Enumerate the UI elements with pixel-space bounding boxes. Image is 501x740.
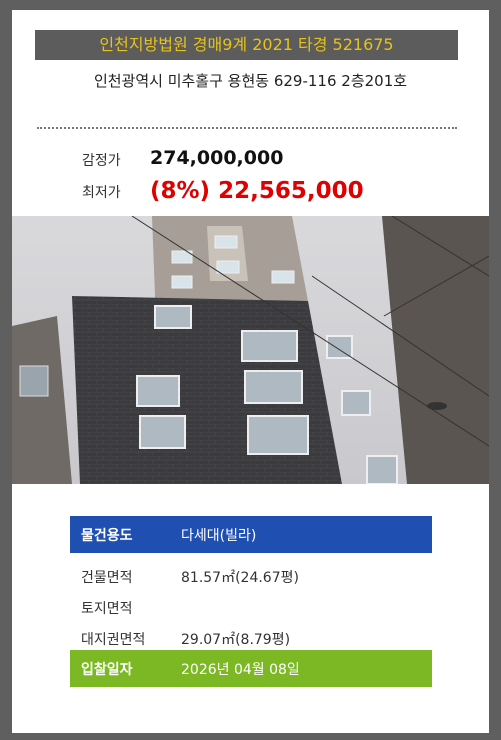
- land-right-area-value: 29.07㎡(8.79평): [181, 632, 291, 648]
- appraisal-label: 감정가: [82, 153, 121, 169]
- bid-date-label: 입찰일자: [81, 662, 133, 678]
- appraisal-value: 274,000,000: [150, 147, 284, 169]
- building-area-value: 81.57㎡(24.67평): [181, 570, 299, 586]
- bid-date-row: 입찰일자 2026년 04월 08일: [70, 650, 432, 687]
- bid-date-value: 2026년 04월 08일: [181, 662, 300, 678]
- building-photo: [12, 216, 489, 484]
- usage-value: 다세대(빌라): [181, 528, 257, 544]
- minimum-label: 최저가: [82, 185, 121, 201]
- land-area-label: 토지면적: [81, 601, 133, 617]
- land-right-area-label: 대지권면적: [81, 632, 146, 648]
- building-area-label: 건물면적: [81, 570, 133, 586]
- usage-row: 물건용도 다세대(빌라): [70, 516, 432, 553]
- auction-card: 인천지방법원 경매9계 2021 타경 521675 인천광역시 미추홀구 용현…: [12, 10, 489, 733]
- minimum-value: (8%) 22,565,000: [150, 178, 364, 204]
- case-title: 인천지방법원 경매9계 2021 타경 521675: [35, 30, 458, 60]
- dotted-divider: [37, 127, 457, 129]
- usage-label: 물건용도: [81, 528, 133, 544]
- property-address: 인천광역시 미추홀구 용현동 629-116 2층201호: [93, 72, 408, 90]
